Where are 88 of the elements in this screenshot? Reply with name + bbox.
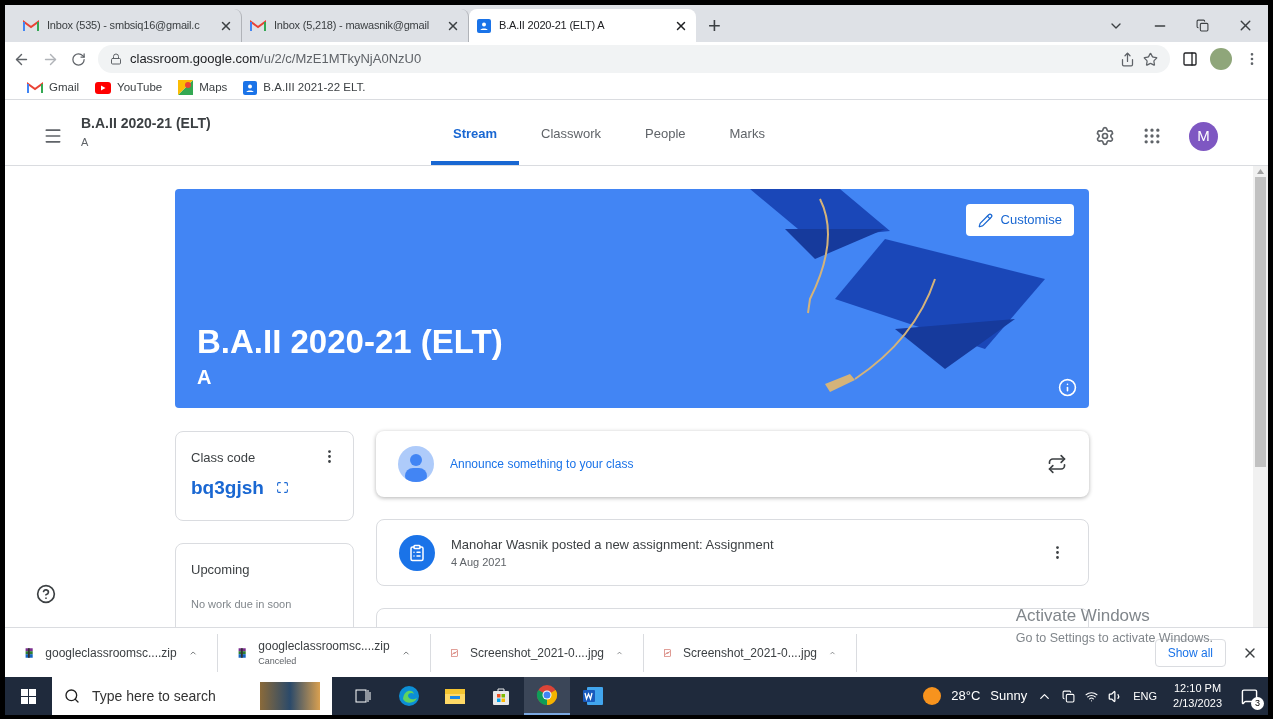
- browser-tab[interactable]: B.A.II 2020-21 (ELT) A: [469, 9, 696, 42]
- shopping-bag-icon[interactable]: [491, 686, 511, 706]
- person-board-icon: [477, 18, 491, 33]
- wifi-icon[interactable]: [1085, 689, 1099, 703]
- new-tab-button[interactable]: +: [696, 9, 733, 42]
- apps-grid-icon[interactable]: [1142, 126, 1162, 146]
- pencil-icon: [977, 212, 993, 228]
- info-icon[interactable]: [1058, 378, 1077, 397]
- tab-title: B.A.II 2020-21 (ELT) A: [499, 18, 606, 34]
- notification-count: 3: [1251, 697, 1264, 710]
- download-item[interactable]: Screenshot_2021-0....jpg: [431, 633, 644, 672]
- document-w-icon[interactable]: [582, 686, 604, 706]
- windows-icon[interactable]: [21, 688, 36, 704]
- class-code-label: Class code: [191, 449, 256, 467]
- browser-swirl-icon[interactable]: [398, 685, 420, 707]
- class-tab[interactable]: Marks: [707, 107, 787, 165]
- bookmark-link[interactable]: Maps: [178, 78, 228, 97]
- search-icon: [64, 688, 80, 704]
- tab-title: Inbox (535) - smbsiq16@gmail.c: [47, 18, 201, 34]
- menu-icon[interactable]: [43, 126, 63, 146]
- reload-icon[interactable]: [71, 51, 86, 67]
- class-title: B.A.II 2020-21 (ELT): [81, 114, 212, 134]
- user-avatar[interactable]: M: [1189, 121, 1218, 151]
- bookmark-link[interactable]: YouTube: [95, 78, 163, 97]
- banner-title: B.A.II 2020-21 (ELT): [197, 321, 503, 362]
- address-bar[interactable]: classroom.google.com/u/2/c/MzE1MTkyNjA0NzU0: [98, 45, 1170, 73]
- sun-icon: [923, 687, 942, 705]
- browser-tab[interactable]: Inbox (535) - smbsiq16@gmail.c: [15, 9, 242, 42]
- class-tab[interactable]: Classwork: [519, 107, 624, 165]
- class-code: bq3gjsh: [191, 475, 264, 500]
- task-view-icon[interactable]: [355, 688, 371, 704]
- tab-title: Inbox (5,218) - mawasnik@gmail: [274, 18, 430, 34]
- class-subtitle: A: [81, 135, 90, 151]
- upcoming-text: No work due in soon: [191, 596, 293, 612]
- scrollbar-thumb[interactable]: [1255, 177, 1266, 467]
- announce-prompt: Announce something to your class: [450, 456, 635, 473]
- side-panel-icon[interactable]: [1182, 51, 1198, 67]
- upcoming-title: Upcoming: [191, 561, 251, 579]
- clock-date: 2/13/2023: [1173, 696, 1222, 711]
- profile-avatar[interactable]: [1210, 48, 1232, 70]
- device-icon[interactable]: [1062, 689, 1076, 703]
- folder-icon[interactable]: [444, 687, 466, 705]
- post-text: Manohar Wasnik posted a new assignment: Assignment: [451, 535, 775, 554]
- assignment-icon: [399, 534, 435, 571]
- play-icon: [95, 81, 112, 94]
- mail-icon: [23, 19, 39, 32]
- weather-text: Sunny: [990, 687, 1028, 706]
- help-icon[interactable]: [36, 584, 56, 604]
- download-item[interactable]: Screenshot_2021-0....jpg: [644, 633, 857, 672]
- chrome-icon[interactable]: [536, 684, 558, 706]
- announce-card[interactable]: Announce something to your class: [376, 431, 1089, 497]
- banner-section: A: [197, 362, 503, 392]
- url-text: classroom.google.com/u/2/c/MzE1MTkyNjA0NzU0: [130, 50, 423, 69]
- scrollbar[interactable]: [1253, 166, 1268, 627]
- map-icon: [178, 80, 194, 95]
- customise-button[interactable]: Customise: [965, 204, 1074, 236]
- temperature: 28°C: [951, 687, 981, 706]
- bookmark-link[interactable]: B.A.III 2021-22 ELT.: [243, 78, 366, 97]
- taskbar-app[interactable]: [524, 677, 570, 715]
- mail-icon: [250, 19, 266, 32]
- class-tab[interactable]: Stream: [431, 107, 520, 165]
- download-item[interactable]: googleclassroomsc....zip: [5, 633, 218, 672]
- share-icon[interactable]: [1120, 51, 1135, 67]
- search-placeholder: Type here to search: [92, 686, 216, 706]
- file-name: Screenshot_2021-0....jpg: [469, 644, 605, 662]
- download-status: Canceled: [258, 654, 298, 668]
- file-name: Screenshot_2021-0....jpg: [682, 644, 818, 662]
- activation-title: Activate Windows: [1015, 605, 1151, 627]
- taskbar-search-field[interactable]: Type here to search: [52, 677, 332, 715]
- bookmark-star-icon[interactable]: [1143, 51, 1158, 67]
- lock-icon: [110, 53, 122, 65]
- post-card[interactable]: Manohar Wasnik posted a new assignment: Assignment 4 Aug 2021: [376, 519, 1089, 586]
- file-name: googleclassroomsc....zip: [45, 644, 177, 662]
- restore-icon[interactable]: [1196, 19, 1209, 32]
- class-tab[interactable]: People: [623, 107, 708, 165]
- post-date: 4 Aug 2021: [451, 555, 508, 570]
- person-board-icon: [243, 80, 258, 95]
- landscape-picture: [260, 682, 320, 710]
- language-indicator[interactable]: ENG: [1133, 687, 1158, 705]
- user-silhouette-icon: [398, 446, 434, 482]
- mail-icon: [27, 81, 43, 94]
- expand-icon[interactable]: [275, 481, 289, 495]
- clock-time: 12:10 PM: [1174, 681, 1222, 696]
- repost-icon[interactable]: [1047, 454, 1067, 474]
- settings-icon[interactable]: [1095, 126, 1115, 146]
- download-item[interactable]: googleclassroomsc....zip Canceled: [218, 633, 431, 672]
- file-name: googleclassroomsc....zip: [258, 637, 390, 655]
- bookmark-link[interactable]: Gmail: [27, 78, 80, 97]
